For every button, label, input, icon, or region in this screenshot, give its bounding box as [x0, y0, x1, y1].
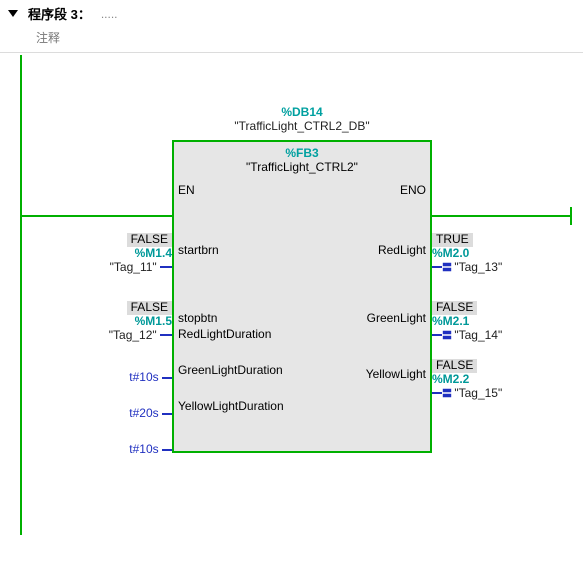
- fb-body: EN ENO startbrn RedLight stopbtn GreenLi…: [174, 181, 430, 451]
- segment-dots: .....: [101, 7, 118, 21]
- address: %M1.5: [135, 314, 172, 328]
- db-address: %DB14: [172, 105, 432, 119]
- input-redduration[interactable]: t#10s: [22, 371, 172, 385]
- pin-en: EN: [178, 183, 195, 197]
- state-value: FALSE: [432, 301, 477, 315]
- fb-call[interactable]: %DB14 "TrafficLight_CTRL2_DB" %FB3 "Traf…: [172, 105, 432, 453]
- address: %M2.1: [432, 314, 469, 328]
- tag-name: "Tag_15": [454, 386, 502, 400]
- state-value: FALSE: [127, 301, 172, 315]
- ladder-network: %DB14 "TrafficLight_CTRL2_DB" %FB3 "Traf…: [20, 55, 580, 535]
- time-literal: t#20s: [129, 406, 158, 420]
- output-tag-13-block[interactable]: TRUE %M2.0 〓 "Tag_13": [432, 233, 572, 274]
- time-literal: t#10s: [129, 442, 158, 456]
- assign-icon: 〓: [442, 389, 451, 400]
- collapse-icon[interactable]: [8, 10, 18, 17]
- segment-title: 程序段 3：: [28, 4, 91, 23]
- state-value: TRUE: [432, 233, 473, 247]
- fb-header: %FB3 "TrafficLight_CTRL2": [174, 142, 430, 181]
- power-rail-right: [432, 215, 572, 217]
- power-rail-left: [22, 215, 172, 217]
- segment-header[interactable]: 程序段 3： .....: [0, 0, 583, 27]
- rail-terminator: [570, 207, 572, 225]
- fb-name: "TrafficLight_CTRL2": [176, 160, 428, 174]
- tag-name: "Tag_11": [110, 260, 157, 274]
- pin-redlight: RedLight: [378, 243, 426, 257]
- pin-greenlightduration: GreenLightDuration: [178, 363, 283, 377]
- divider: [0, 52, 583, 53]
- state-value: FALSE: [432, 359, 477, 373]
- address: %M1.4: [135, 246, 172, 260]
- time-literal: t#10s: [129, 370, 158, 384]
- output-tag-14-block[interactable]: FALSE %M2.1 〓 "Tag_14": [432, 301, 572, 342]
- db-name: "TrafficLight_CTRL2_DB": [172, 119, 432, 133]
- pin-stopbtn: stopbtn: [178, 311, 217, 325]
- pin-eno: ENO: [400, 183, 426, 197]
- tag-name: "Tag_14": [454, 328, 502, 342]
- pin-yellowlight: YellowLight: [366, 367, 426, 381]
- input-tag-11-block[interactable]: FALSE %M1.4 "Tag_11": [22, 233, 172, 274]
- assign-icon: 〓: [442, 263, 451, 274]
- fb-address: %FB3: [176, 146, 428, 160]
- state-value: FALSE: [127, 233, 172, 247]
- address: %M2.2: [432, 372, 469, 386]
- address: %M2.0: [432, 246, 469, 260]
- pin-greenlight: GreenLight: [367, 311, 426, 325]
- tag-name: "Tag_12": [109, 328, 157, 342]
- input-greenduration[interactable]: t#20s: [22, 407, 172, 421]
- comment-label[interactable]: 注释: [0, 27, 583, 48]
- instance-db-label[interactable]: %DB14 "TrafficLight_CTRL2_DB": [172, 105, 432, 134]
- pin-redlightduration: RedLightDuration: [178, 327, 271, 341]
- tag-name: "Tag_13": [454, 260, 502, 274]
- fb-box[interactable]: %FB3 "TrafficLight_CTRL2" EN ENO startbr…: [172, 140, 432, 453]
- input-yellowduration[interactable]: t#10s: [22, 443, 172, 457]
- input-tag-12-block[interactable]: FALSE %M1.5 "Tag_12": [22, 301, 172, 342]
- pin-startbtn: startbrn: [178, 243, 219, 257]
- pin-yellowlightduration: YellowLightDuration: [178, 399, 284, 413]
- assign-icon: 〓: [442, 331, 451, 342]
- output-tag-15-block[interactable]: FALSE %M2.2 〓 "Tag_15": [432, 359, 572, 400]
